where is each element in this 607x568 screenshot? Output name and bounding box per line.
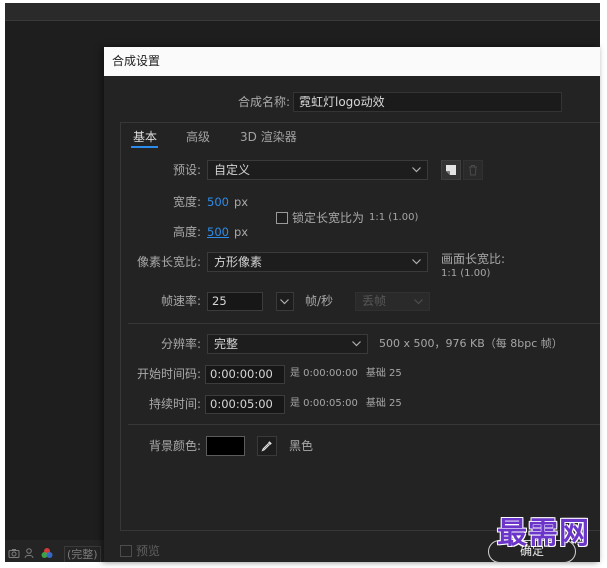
height-value[interactable]: 500 — [207, 222, 229, 242]
resolution-info: 500 x 500，976 KB（每 8bpc 帧） — [379, 337, 563, 350]
width-value[interactable]: 500 — [207, 192, 229, 212]
eyedropper-button[interactable] — [257, 436, 277, 456]
frame-aspect-label: 画面长宽比: — [441, 252, 506, 266]
camera-icon[interactable] — [8, 547, 20, 559]
start-timecode-input[interactable]: 0:00:00:00 — [205, 365, 285, 384]
duration-info: 是 0:00:05:00 基础 25 — [290, 394, 402, 414]
composition-settings-dialog: 合成设置 合成名称: 霓虹灯logo动效 基本 高级 3D 渲染器 预设: 自定… — [104, 47, 600, 562]
chevron-down-icon — [412, 259, 421, 265]
settings-panel — [120, 122, 600, 531]
background-color-swatch[interactable] — [206, 436, 245, 456]
lock-aspect-checkbox[interactable] — [276, 212, 288, 224]
save-preset-icon — [446, 165, 456, 175]
duration-base: 基础 25 — [365, 398, 402, 409]
preset-dropdown[interactable]: 自定义 — [207, 160, 428, 180]
tab-advanced[interactable]: 高级 — [186, 129, 210, 145]
duration-input[interactable]: 0:00:05:00 — [205, 395, 285, 414]
start-timecode-base: 基础 25 — [365, 368, 402, 379]
background-color-label: 背景颜色: — [148, 439, 201, 453]
channel-icon[interactable] — [40, 547, 54, 559]
resolution-label: 分辨率: — [160, 337, 201, 351]
eyedropper-icon — [261, 441, 272, 452]
delete-preset-button[interactable] — [463, 160, 483, 180]
resolution-dropdown[interactable]: 完整 — [207, 334, 368, 354]
chevron-down-icon — [280, 299, 289, 305]
chevron-down-icon — [412, 167, 421, 173]
height-label: 高度: — [172, 225, 201, 239]
pixel-aspect-label: 像素长宽比: — [136, 255, 201, 269]
pixel-aspect-value: 方形像素 — [214, 255, 263, 269]
start-timecode-label: 开始时间码: — [136, 367, 201, 381]
drop-frame-dropdown[interactable]: 丢帧 — [355, 292, 430, 311]
dialog-titlebar[interactable]: 合成设置 — [104, 47, 600, 76]
app-top-bar — [5, 3, 600, 21]
resolution-value: 完整 — [214, 337, 239, 351]
show-snapshot-icon[interactable] — [23, 547, 35, 559]
tab-3d-renderer[interactable]: 3D 渲染器 — [240, 129, 297, 145]
frame-rate-label: 帧速率: — [160, 294, 201, 308]
resolution-dropdown[interactable]: (完整) — [64, 546, 101, 562]
background-color-name: 黑色 — [289, 439, 314, 453]
trash-icon — [469, 165, 477, 176]
active-tab-indicator — [131, 146, 158, 148]
divider — [128, 323, 600, 324]
dialog-title: 合成设置 — [112, 54, 161, 68]
preset-value: 自定义 — [214, 163, 251, 177]
duration-value: 0:00:05:00 — [210, 397, 273, 411]
preset-label: 预设: — [172, 163, 201, 177]
comp-name-value: 霓虹灯logo动效 — [299, 95, 385, 109]
start-timecode-value: 0:00:00:00 — [210, 367, 273, 381]
comp-name-label: 合成名称: — [237, 95, 290, 109]
frame-rate-preset-button[interactable] — [276, 292, 294, 311]
height-unit: px — [233, 225, 249, 239]
pixel-aspect-dropdown[interactable]: 方形像素 — [207, 252, 428, 272]
save-preset-button[interactable] — [441, 160, 461, 180]
lock-aspect-label-group: 锁定长宽比为 1:1 (1.00) — [292, 208, 418, 228]
preview-label: 预览 — [136, 544, 161, 558]
preview-checkbox[interactable] — [120, 545, 132, 557]
chevron-down-icon — [414, 299, 423, 305]
width-unit: px — [233, 195, 249, 209]
height-group: 500 px — [207, 222, 248, 242]
width-label: 宽度: — [172, 195, 201, 209]
start-timecode-info: 是 0:00:00:00 基础 25 — [290, 364, 402, 384]
frame-aspect-value: 1:1 (1.00) — [441, 268, 491, 279]
tab-basic[interactable]: 基本 — [133, 129, 157, 145]
lock-aspect-ratio: 1:1 (1.00) — [369, 212, 419, 223]
comp-name-input[interactable]: 霓虹灯logo动效 — [293, 92, 562, 112]
width-group: 500 px — [207, 192, 248, 212]
chevron-down-icon — [352, 341, 361, 347]
drop-frame-value: 丢帧 — [362, 294, 387, 308]
start-timecode-equals: 是 0:00:00:00 — [290, 368, 358, 379]
watermark-logo: 最需网 — [497, 516, 590, 551]
duration-label: 持续时间: — [148, 397, 201, 411]
frame-rate-unit: 帧/秒 — [305, 294, 334, 308]
frame-rate-value: 25 — [212, 294, 227, 308]
lock-aspect-label: 锁定长宽比为 — [292, 211, 365, 225]
duration-equals: 是 0:00:05:00 — [290, 398, 358, 409]
divider — [128, 424, 600, 425]
frame-rate-input[interactable]: 25 — [207, 292, 263, 311]
